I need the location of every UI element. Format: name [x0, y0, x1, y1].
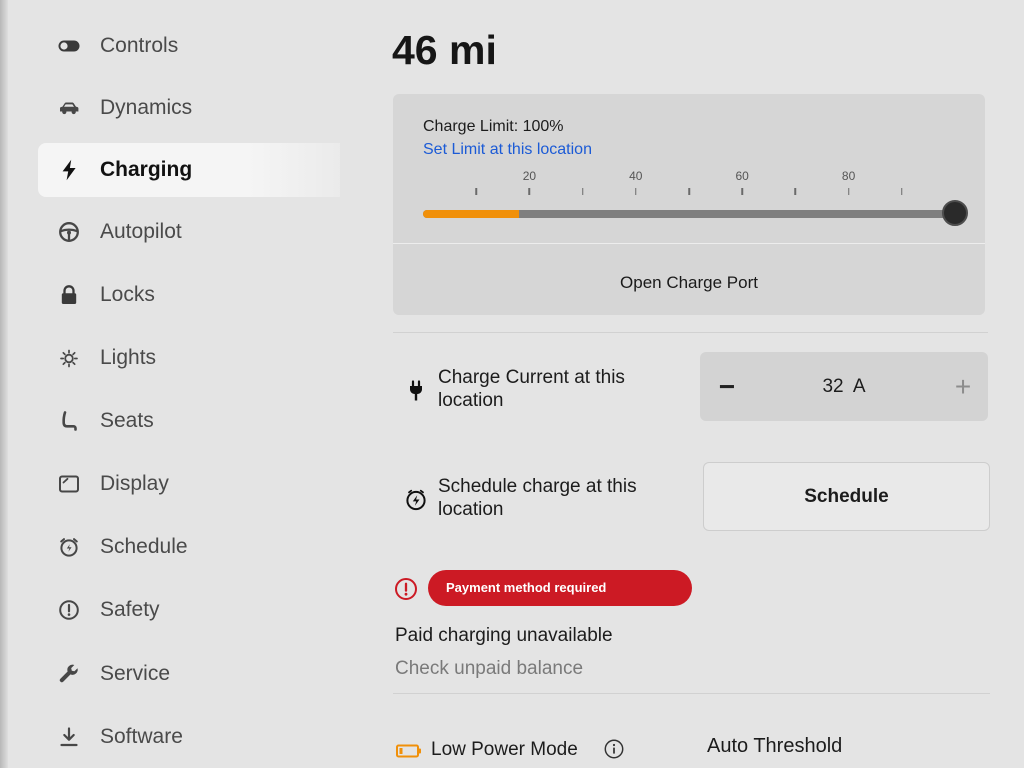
scale-tick — [688, 188, 690, 195]
car-icon — [57, 96, 81, 120]
sidebar-item-dynamics[interactable]: Dynamics — [38, 81, 340, 135]
charge-current-value: 32 A — [822, 376, 866, 397]
sidebar-item-service[interactable]: Service — [38, 647, 340, 701]
seat-icon — [57, 409, 81, 433]
scale-tick — [847, 188, 850, 195]
scale-tick — [741, 188, 743, 195]
scale-tick — [528, 188, 531, 195]
alert-circle-icon — [57, 598, 81, 622]
open-charge-port-button[interactable]: Open Charge Port — [393, 244, 985, 315]
sidebar-item-autopilot[interactable]: Autopilot — [38, 205, 340, 259]
auto-threshold-option[interactable]: Auto Threshold — [707, 734, 842, 758]
sidebar-item-label: Controls — [100, 34, 179, 57]
sidebar-item-charging[interactable]: Charging — [38, 143, 340, 197]
sidebar-item-label: Safety — [100, 598, 160, 621]
plug-icon — [404, 379, 428, 403]
alarm-clock-icon — [57, 535, 81, 559]
scale-label: 80 — [841, 169, 856, 183]
sidebar-item-label: Display — [100, 472, 169, 495]
sidebar-item-label: Seats — [100, 409, 154, 432]
display-icon — [57, 472, 81, 496]
low-power-mode-label: Low Power Mode — [431, 739, 578, 760]
lock-icon — [57, 283, 81, 307]
sidebar-item-software[interactable]: Software — [38, 710, 340, 764]
charge-current-label: Charge Current at this location — [438, 367, 625, 411]
battery-icon — [396, 744, 422, 758]
charge-limit-slider[interactable] — [423, 210, 955, 218]
payment-required-badge[interactable]: Payment method required — [428, 570, 692, 606]
range-display: 46 mi — [392, 27, 497, 73]
section-divider — [393, 693, 990, 694]
scale-tick — [635, 188, 637, 195]
charge-panel: Charge Limit: 100% Set Limit at this loc… — [393, 94, 985, 315]
scale-tick — [901, 188, 903, 195]
schedule-charge-icon — [404, 488, 428, 512]
sidebar-item-label: Schedule — [100, 535, 188, 558]
sidebar-item-label: Dynamics — [100, 96, 193, 119]
sidebar-item-seats[interactable]: Seats — [38, 394, 340, 448]
charge-current-stepper: − 32 A + — [700, 352, 988, 421]
sidebar-item-label: Autopilot — [100, 220, 182, 243]
scale-label: 20 — [522, 169, 537, 183]
settings-sidebar: Controls Dynamics Charging Autopilot Loc… — [0, 0, 345, 768]
section-divider — [393, 332, 988, 333]
scale-tick — [794, 188, 797, 195]
sidebar-item-label: Lights — [100, 346, 157, 369]
scale-tick — [475, 188, 477, 195]
scale-label: 60 — [735, 169, 749, 183]
sidebar-item-schedule[interactable]: Schedule — [38, 520, 340, 574]
sidebar-item-label: Charging — [100, 158, 193, 181]
alert-icon — [394, 577, 418, 601]
charge-level-fill — [423, 210, 519, 218]
scale-tick — [581, 188, 584, 195]
increase-current-button[interactable]: + — [938, 352, 988, 421]
steering-wheel-icon — [57, 220, 81, 244]
wrench-icon — [57, 662, 81, 686]
sidebar-item-safety[interactable]: Safety — [38, 583, 340, 637]
lightning-icon — [57, 158, 81, 182]
paid-charging-title: Paid charging unavailable — [395, 625, 613, 646]
info-icon[interactable] — [603, 738, 625, 760]
sidebar-item-controls[interactable]: Controls — [38, 19, 340, 73]
scale-label: 40 — [629, 169, 643, 183]
sidebar-item-label: Software — [100, 725, 183, 748]
sidebar-item-lights[interactable]: Lights — [38, 331, 340, 385]
schedule-button[interactable]: Schedule — [703, 462, 990, 531]
sidebar-item-label: Service — [100, 662, 171, 685]
toggle-icon — [57, 34, 81, 58]
sidebar-item-display[interactable]: Display — [38, 457, 340, 511]
download-icon — [57, 725, 81, 749]
paid-charging-subtitle: Check unpaid balance — [395, 658, 584, 679]
sidebar-item-label: Locks — [100, 283, 155, 306]
charge-limit-knob[interactable] — [942, 200, 968, 226]
light-icon — [57, 346, 81, 370]
charge-scale: 20 40 60 80 — [393, 94, 985, 243]
decrease-current-button[interactable]: − — [700, 352, 754, 421]
sidebar-item-locks[interactable]: Locks — [38, 268, 340, 322]
schedule-charge-label: Schedule charge at this location — [438, 476, 637, 520]
